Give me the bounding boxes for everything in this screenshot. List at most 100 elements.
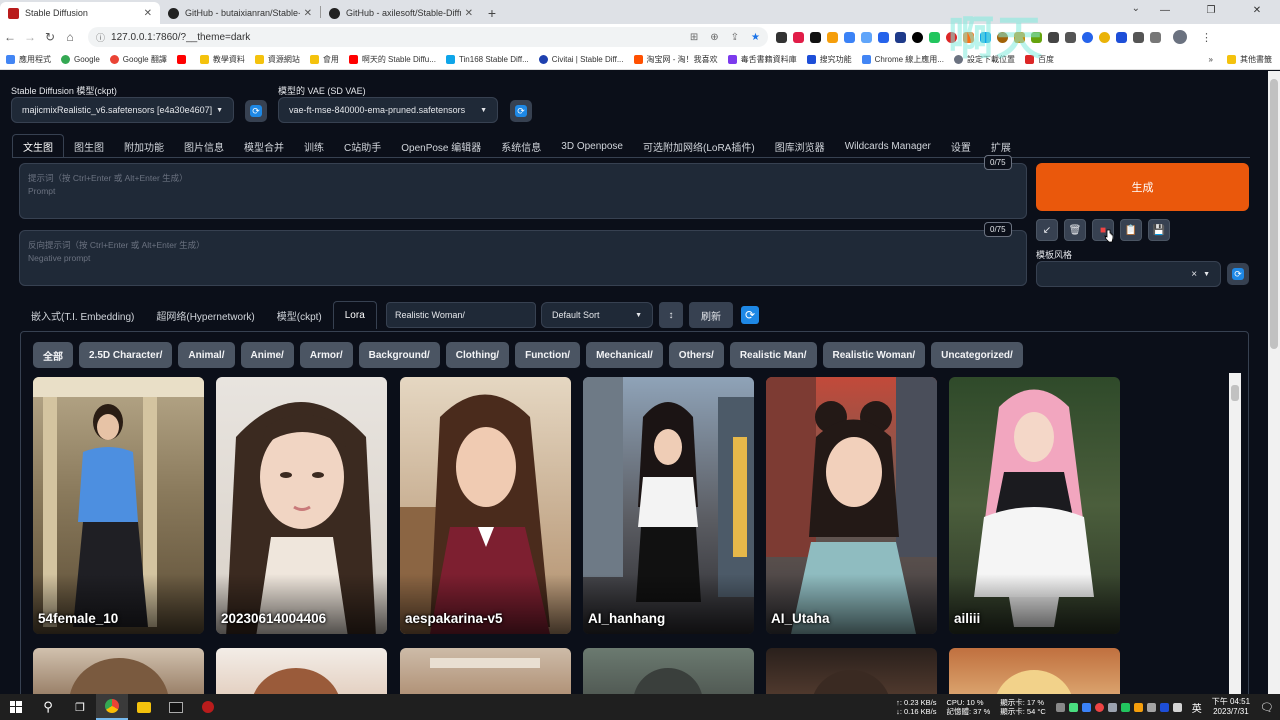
search-button[interactable]: ⚲ — [32, 694, 64, 720]
chrome-taskbar-button[interactable] — [96, 694, 128, 720]
app-taskbar-button[interactable] — [192, 694, 224, 720]
bookmark-star-icon[interactable]: ★ — [751, 32, 760, 43]
bookmark-item[interactable]: 啊天的 Stable Diffu... — [348, 54, 436, 65]
tab-search-icon[interactable]: ⌄ — [1132, 3, 1140, 14]
lora-card[interactable] — [33, 648, 204, 694]
tab-png-info[interactable]: 图片信息 — [174, 134, 234, 158]
filter-button[interactable]: Armor/ — [299, 342, 353, 368]
tray-icon[interactable] — [1120, 702, 1130, 712]
negative-prompt-input[interactable]: 反向提示词（按 Ctrl+Enter 或 Alt+Enter 生成） Negat… — [19, 230, 1027, 286]
bookmark-item[interactable]: 教學資料 — [199, 54, 245, 65]
page-scrollbar[interactable] — [1268, 71, 1280, 694]
sort-select[interactable]: Default Sort ▼ — [541, 302, 653, 328]
extension-icon[interactable] — [844, 31, 855, 43]
tray-icon[interactable] — [1133, 702, 1143, 712]
vae-select[interactable]: vae-ft-mse-840000-ema-pruned.safetensors… — [278, 97, 498, 123]
scrollbar-thumb[interactable] — [1270, 79, 1278, 349]
start-button[interactable] — [0, 694, 32, 720]
filter-all[interactable]: 全部 — [33, 342, 73, 368]
clock[interactable]: 下午 04:51 2023/7/31 — [1212, 697, 1250, 717]
tab-extras[interactable]: 附加功能 — [114, 134, 174, 158]
filter-button[interactable]: Mechanical/ — [586, 342, 663, 368]
search-input[interactable]: Realistic Woman/ — [386, 302, 536, 328]
ime-indicator[interactable]: 英 — [1192, 700, 1202, 715]
extension-icon[interactable] — [1099, 31, 1110, 43]
tab-wildcards-manager[interactable]: Wildcards Manager — [835, 134, 941, 158]
forward-icon[interactable]: → — [20, 30, 40, 44]
chevron-right-icon[interactable]: » — [1209, 55, 1213, 64]
bookmark-item[interactable]: Google 翻譯 — [109, 54, 167, 65]
tray-icon[interactable] — [1159, 702, 1169, 712]
translate-icon[interactable]: ⊞ — [690, 32, 698, 43]
bookmark-item[interactable] — [176, 55, 190, 64]
close-tab-icon[interactable]: ✕ — [465, 8, 473, 19]
bookmark-item[interactable]: 會用 — [309, 54, 339, 65]
avatar[interactable] — [1173, 30, 1187, 44]
filter-button[interactable]: Animal/ — [178, 342, 235, 368]
bookmark-item[interactable]: 淘宝网 - 淘！我喜欢 — [633, 54, 718, 65]
lora-card[interactable]: 54female_10 — [33, 377, 204, 634]
clear-icon[interactable]: × — [1191, 269, 1197, 280]
tray-icon[interactable] — [1094, 702, 1104, 712]
tab-civitai-helper[interactable]: C站助手 — [334, 134, 391, 158]
extension-icon[interactable] — [963, 31, 974, 43]
lora-card[interactable] — [400, 648, 571, 694]
extension-icon[interactable] — [878, 31, 889, 43]
refresh-vae-button[interactable]: ⟳ — [510, 100, 532, 122]
read-params-button[interactable]: ↙ — [1036, 219, 1058, 241]
back-icon[interactable]: ← — [0, 30, 20, 44]
reload-icon[interactable]: ↻ — [40, 30, 60, 44]
extension-icon[interactable] — [1031, 31, 1042, 43]
lora-card[interactable] — [216, 648, 387, 694]
lora-card[interactable] — [949, 648, 1120, 694]
save-style-button[interactable]: 💾 — [1148, 219, 1170, 241]
refresh-styles-button[interactable]: ⟳ — [1227, 263, 1249, 285]
explorer-taskbar-button[interactable] — [128, 694, 160, 720]
new-tab-button[interactable]: + — [481, 2, 503, 24]
extension-icon[interactable] — [1014, 31, 1025, 43]
tab-merge[interactable]: 模型合并 — [234, 134, 294, 158]
style-select[interactable]: × ▼ — [1036, 261, 1221, 287]
gallery-scrollbar[interactable] — [1229, 373, 1241, 694]
extension-icon[interactable] — [929, 31, 940, 43]
close-window-button[interactable]: ✕ — [1234, 0, 1280, 22]
clear-prompt-button[interactable]: 🗑 — [1064, 219, 1086, 241]
other-bookmarks[interactable]: » 其他書籤 — [1209, 54, 1272, 65]
extension-icon[interactable] — [980, 31, 991, 43]
bookmark-item[interactable]: 搜究功能 — [806, 54, 852, 65]
close-tab-icon[interactable]: ✕ — [144, 8, 152, 19]
browser-tab-github-2[interactable]: GitHub - axilesoft/Stable-Diffu ✕ — [321, 2, 481, 24]
tray-icon[interactable] — [1081, 702, 1091, 712]
extension-icon[interactable] — [1082, 31, 1093, 43]
bookmark-item[interactable]: 應用程式 — [6, 54, 51, 65]
tab-train[interactable]: 训练 — [294, 134, 334, 158]
extension-icon[interactable] — [776, 31, 787, 43]
filter-button[interactable]: Background/ — [358, 342, 440, 368]
minimize-button[interactable]: — — [1142, 0, 1188, 22]
share-icon[interactable]: ⇪ — [731, 32, 739, 43]
info-icon[interactable]: ⓘ — [96, 31, 105, 44]
tab-openpose-editor[interactable]: OpenPose 编辑器 — [391, 134, 491, 158]
home-icon[interactable]: ⌂ — [60, 30, 80, 44]
lora-card[interactable]: aespakarina-v5 — [400, 377, 571, 634]
terminal-taskbar-button[interactable] — [160, 694, 192, 720]
reload-list-button[interactable]: ⟳ — [739, 304, 761, 326]
filter-button[interactable]: Clothing/ — [445, 342, 510, 368]
extension-icon[interactable] — [810, 31, 821, 43]
puzzle-icon[interactable] — [1133, 31, 1144, 43]
apply-style-button[interactable]: 📋 — [1120, 219, 1142, 241]
lora-card[interactable]: ailiii — [949, 377, 1120, 634]
bookmark-item[interactable]: Civitai | Stable Diff... — [538, 55, 624, 64]
tab-settings[interactable]: 设置 — [941, 134, 981, 158]
filter-button[interactable]: Realistic Woman/ — [822, 342, 926, 368]
zoom-icon[interactable]: ⊕ — [710, 32, 718, 43]
tab-additional-networks[interactable]: 可选附加网络(LoRA插件) — [633, 134, 765, 158]
extension-icon[interactable] — [946, 31, 957, 43]
filter-button[interactable]: Others/ — [668, 342, 724, 368]
filter-button[interactable]: Realistic Man/ — [729, 342, 817, 368]
close-tab-icon[interactable]: ✕ — [304, 8, 312, 19]
sidebar-icon[interactable] — [1150, 31, 1161, 43]
extension-icon[interactable] — [1048, 31, 1059, 43]
refresh-ckpt-button[interactable]: ⟳ — [245, 100, 267, 122]
bookmark-item[interactable]: Google — [61, 55, 100, 64]
